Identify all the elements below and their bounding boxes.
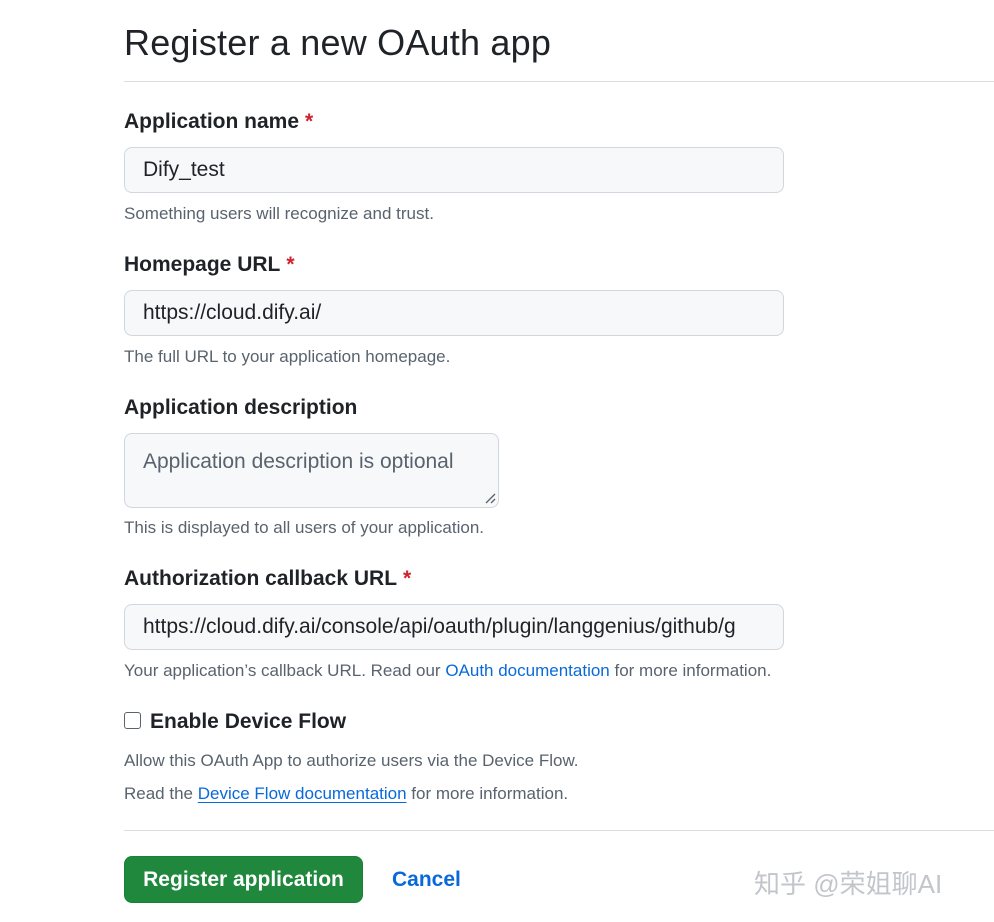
cancel-button[interactable]: Cancel	[380, 856, 473, 903]
enable-device-flow-label[interactable]: Enable Device Flow	[150, 710, 346, 734]
description-label: Application description	[124, 396, 357, 420]
required-mark: *	[403, 567, 412, 590]
device-flow-doc-hint-before: Read the	[124, 784, 193, 803]
device-flow-hint: Allow this OAuth App to authorize users …	[124, 751, 579, 770]
callback-url-hint: Your application’s callback URL. Read ou…	[124, 661, 771, 681]
callback-url-hint-after: for more information.	[614, 661, 772, 680]
homepage-url-label-text: Homepage URL	[124, 253, 281, 276]
register-oauth-app-page: Register a new OAuth app Application nam…	[0, 0, 994, 922]
homepage-url-hint: The full URL to your application homepag…	[124, 347, 451, 366]
app-name-label-text: Application name	[124, 110, 300, 133]
description-label-text: Application description	[124, 396, 358, 419]
device-flow-documentation-link[interactable]: Device Flow documentation	[198, 784, 407, 803]
app-name-hint: Something users will recognize and trust…	[124, 204, 434, 223]
actions-divider	[124, 830, 994, 831]
required-mark: *	[305, 110, 314, 133]
resize-handle-icon[interactable]	[484, 492, 496, 504]
app-name-label: Application name *	[124, 110, 313, 134]
callback-url-label: Authorization callback URL *	[124, 567, 411, 591]
description-textarea[interactable]	[124, 433, 499, 508]
callback-url-hint-before: Your application’s callback URL. Read ou…	[124, 661, 441, 680]
title-divider	[124, 81, 994, 82]
description-hint: This is displayed to all users of your a…	[124, 518, 485, 537]
callback-url-input[interactable]	[124, 604, 784, 650]
oauth-documentation-link[interactable]: OAuth documentation	[445, 661, 609, 680]
device-flow-doc-hint: Read the Device Flow documentation for m…	[124, 784, 568, 804]
watermark: 知乎 @荣姐聊AI	[754, 869, 943, 899]
register-application-button[interactable]: Register application	[124, 856, 363, 903]
app-name-input[interactable]	[124, 147, 784, 193]
homepage-url-input[interactable]	[124, 290, 784, 336]
callback-url-label-text: Authorization callback URL	[124, 567, 398, 590]
required-mark: *	[286, 253, 295, 276]
enable-device-flow-checkbox[interactable]	[124, 712, 141, 729]
device-flow-doc-hint-after: for more information.	[411, 784, 569, 803]
homepage-url-label: Homepage URL *	[124, 253, 295, 277]
page-title: Register a new OAuth app	[124, 22, 552, 63]
